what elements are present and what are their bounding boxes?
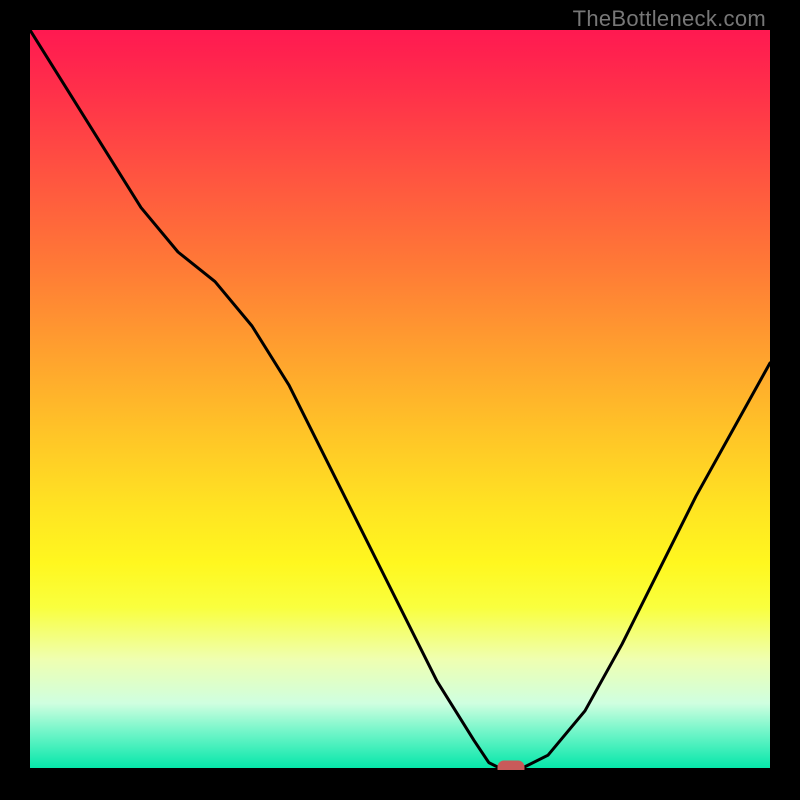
plot-area (30, 30, 770, 770)
watermark-text: TheBottleneck.com (573, 6, 766, 32)
curve-svg (30, 30, 770, 770)
optimum-marker (498, 761, 524, 770)
chart-frame: TheBottleneck.com (0, 0, 800, 800)
bottleneck-curve (30, 30, 770, 770)
